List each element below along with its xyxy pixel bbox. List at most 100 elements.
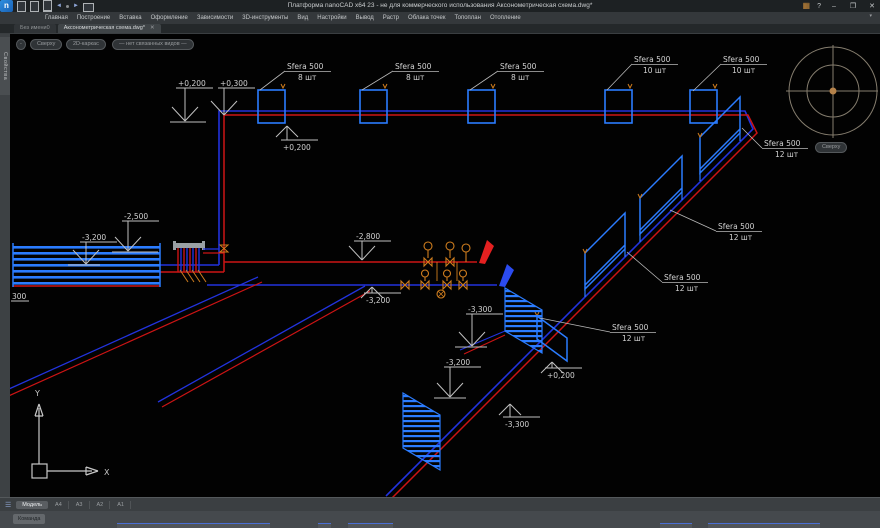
svg-text:Sfera 500: Sfera 500 [723, 55, 760, 64]
svg-text:8 шт: 8 шт [511, 73, 530, 82]
menu-postroenie[interactable]: Построение [77, 15, 110, 21]
print-icon[interactable] [83, 3, 94, 12]
layout-list-icon[interactable]: ☰ [5, 501, 11, 509]
svg-text:8 шт: 8 шт [298, 73, 317, 82]
radiator-hatched-bottom [403, 393, 440, 470]
statusbar-stub [348, 523, 393, 528]
minimize-button[interactable]: – [828, 3, 840, 10]
layout-tab-bar: ☰ Модель А4 А3 А2 А1 [0, 497, 880, 511]
layout-tab-a1[interactable]: А1 [111, 501, 131, 509]
viewport-linked-views-control[interactable]: — нет связанных видов — [112, 39, 194, 50]
radiators-top-row [258, 90, 717, 123]
menu-glavnaya[interactable]: Главная [45, 15, 68, 21]
app-logo-icon[interactable]: n [0, 0, 13, 12]
x-axis-label: X [104, 468, 110, 477]
svg-text:10 шт: 10 шт [732, 66, 756, 75]
maximize-button[interactable]: ❐ [847, 2, 859, 10]
layout-tab-a2[interactable]: А2 [91, 501, 111, 509]
menu-nastroyki[interactable]: Настройки [317, 15, 346, 21]
svg-text:Sfera 500: Sfera 500 [500, 62, 537, 71]
layout-tab-a3[interactable]: А3 [70, 501, 90, 509]
viewport-collapse-control[interactable]: - [16, 39, 26, 50]
radiator-label-texts: Sfera 500 8 шт Sfera 500 8 шт Sfera 500 8 ш… [287, 55, 801, 343]
save-icon[interactable] [43, 0, 52, 13]
svg-text:300: 300 [12, 292, 27, 301]
statusbar-stub [660, 523, 692, 528]
menu-3d-instrumenty[interactable]: 3D-инструменты [242, 15, 288, 21]
axonometric-scheme: +0,200 +0,300 +0,200 -2,500 -3,200 -2,80… [10, 34, 880, 497]
menu-vid[interactable]: Вид [297, 15, 308, 21]
svg-text:Sfera 500: Sfera 500 [718, 222, 755, 231]
history-dropdown-icon[interactable] [66, 5, 69, 8]
svg-text:-3,200: -3,200 [446, 358, 470, 367]
y-axis-label: Y [34, 389, 40, 398]
menu-topoplan[interactable]: Топоплан [454, 15, 481, 21]
svg-text:+0,200: +0,200 [283, 143, 311, 152]
menu-otoplenie[interactable]: Отопление [490, 15, 521, 21]
view-compass[interactable] [786, 45, 878, 138]
return-pipes [10, 115, 757, 497]
menu-oblaka-tochek[interactable]: Облака точек [408, 15, 445, 21]
layout-tab-model[interactable]: Модель [16, 501, 48, 509]
tab-close-icon[interactable]: ✕ [150, 24, 155, 33]
left-panel-strip [0, 34, 10, 497]
new-file-icon[interactable] [17, 1, 26, 12]
label-leaders [260, 64, 808, 333]
ribbon-layout-icon[interactable]: ▦ [803, 1, 811, 11]
svg-text:Sfera 500: Sfera 500 [634, 55, 671, 64]
svg-text:Sfera 500: Sfera 500 [395, 62, 432, 71]
undo-icon[interactable]: ◄ [56, 1, 62, 11]
doc-tab-label: Аксонометрическая схема.dwg* [64, 24, 145, 33]
command-prompt[interactable]: Команда [13, 514, 45, 524]
menu-vyvod[interactable]: Вывод [356, 15, 374, 21]
svg-text:-2,800: -2,800 [356, 232, 380, 241]
statusbar-stub [117, 523, 270, 528]
doc-tab-axonometric[interactable]: Аксонометрическая схема.dwg* ✕ [58, 24, 161, 33]
menu-rastr[interactable]: Растр [383, 15, 399, 21]
compass-view-label[interactable]: Сверху [815, 142, 847, 153]
svg-text:8 шт: 8 шт [406, 73, 425, 82]
help-button[interactable]: ? [817, 3, 821, 10]
title-bar: n ◄ ► Платформа nanoCAD x64 23 - не для … [0, 0, 880, 12]
svg-text:-3,300: -3,300 [468, 305, 492, 314]
radiator-hatched-center [505, 288, 542, 353]
svg-text:Sfera 500: Sfera 500 [764, 139, 801, 148]
statusbar-stub [708, 523, 820, 528]
doc-tab-unnamed[interactable]: Без имени0 [14, 24, 56, 33]
quick-access-toolbar: ◄ ► [17, 0, 94, 13]
properties-panel-tab[interactable]: Свойства [0, 37, 10, 95]
radiators-diagonal [537, 97, 740, 361]
svg-text:12 шт: 12 шт [729, 233, 753, 242]
ucs-axis-icon [32, 404, 98, 478]
flow-arrow-supply [479, 240, 494, 264]
svg-text:12 шт: 12 шт [675, 284, 699, 293]
svg-text:-3,300: -3,300 [505, 420, 529, 429]
compass-center-dot[interactable] [830, 88, 837, 95]
document-tab-bar: Без имени0 Аксонометрическая схема.dwg* … [0, 24, 880, 34]
window-title: Платформа nanoCAD x64 23 - не для коммер… [0, 0, 880, 12]
menu-oformlenie[interactable]: Оформление [151, 15, 188, 21]
viewport-style-control[interactable]: 2D-каркас [66, 39, 106, 50]
svg-text:Sfera 500: Sfera 500 [287, 62, 324, 71]
flow-arrow-return [499, 264, 514, 287]
close-button[interactable]: ✕ [866, 2, 878, 10]
layout-tab-a4[interactable]: А4 [49, 501, 69, 509]
svg-text:-3,200: -3,200 [366, 296, 390, 305]
svg-text:12 шт: 12 шт [622, 334, 646, 343]
menu-zavisimosti[interactable]: Зависимости [197, 15, 233, 21]
svg-text:+0,300: +0,300 [220, 79, 248, 88]
menu-overflow-icon[interactable]: ▾ [869, 13, 872, 19]
svg-text:10 шт: 10 шт [643, 66, 667, 75]
svg-text:+0,200: +0,200 [547, 371, 575, 380]
drawing-canvas[interactable]: +0,200 +0,300 +0,200 -2,500 -3,200 -2,80… [10, 34, 880, 497]
menu-bar: Главная Построение Вставка Оформление За… [0, 12, 880, 24]
svg-text:Sfera 500: Sfera 500 [612, 323, 649, 332]
svg-text:-2,500: -2,500 [124, 212, 148, 221]
menu-vstavka[interactable]: Вставка [119, 15, 141, 21]
viewport-view-control[interactable]: Сверху [30, 39, 62, 50]
open-file-icon[interactable] [30, 1, 39, 12]
redo-icon[interactable]: ► [73, 1, 79, 11]
svg-text:+0,200: +0,200 [178, 79, 206, 88]
elevation-marks [11, 88, 582, 417]
statusbar-stub [318, 523, 331, 528]
